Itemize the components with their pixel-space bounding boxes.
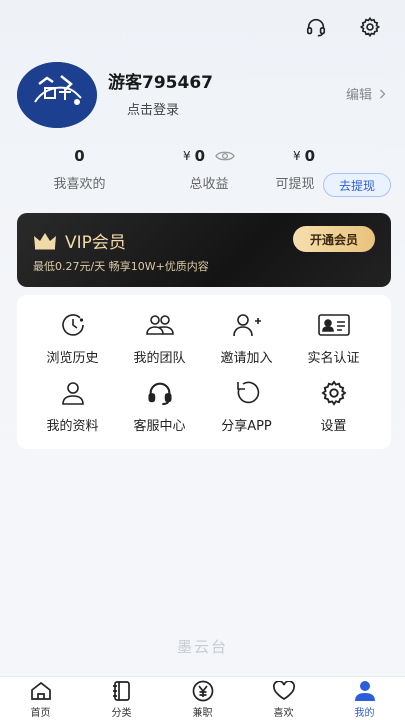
logo-mark	[17, 62, 97, 128]
top-bar	[303, 14, 383, 40]
avatar[interactable]	[17, 62, 97, 128]
menu-item-verification[interactable]: 实名认证	[291, 311, 376, 366]
gear-icon[interactable]	[357, 14, 383, 40]
username: 游客795467	[108, 73, 213, 93]
tab-home[interactable]: 首页	[0, 677, 81, 720]
home-icon	[30, 680, 52, 702]
menu-item-history[interactable]: 浏览历史	[30, 311, 115, 366]
edit-label: 编辑	[345, 88, 372, 103]
stat-favorites-label: 我喜欢的	[53, 177, 106, 192]
tab-parttime[interactable]: 兼职	[162, 677, 243, 720]
tab-label: 分类	[111, 708, 132, 719]
share-icon	[204, 379, 289, 407]
menu-grid: 浏览历史 我的团队 邀请加入 实名认证 我的资料 客服中心 分享APP 设置	[17, 295, 391, 449]
id-card-icon	[291, 311, 376, 339]
stat-withdrawable[interactable]: ¥ 0 可提现	[265, 145, 325, 192]
menu-item-team[interactable]: 我的团队	[117, 311, 202, 366]
clock-icon	[30, 311, 115, 339]
stats-row: 0 我喜欢的 ¥ 0 总收益 ¥ 0 可提现 去提现	[17, 145, 391, 197]
tab-mine[interactable]: 我的	[324, 677, 405, 720]
vip-subtitle: 最低0.27元/天 畅享10W+优质内容	[33, 260, 209, 273]
team-icon	[117, 311, 202, 339]
edit-link[interactable]: 编辑	[346, 84, 386, 103]
menu-item-label: 邀请加入	[220, 351, 273, 366]
profile-section: 游客795467 点击登录 编辑	[17, 62, 388, 132]
stat-withdrawable-value: 0	[304, 147, 316, 165]
stat-withdrawable-label: 可提现	[275, 177, 315, 192]
menu-item-settings[interactable]: 设置	[291, 379, 376, 434]
headset-icon[interactable]	[303, 14, 329, 40]
profile-icon	[354, 680, 375, 702]
open-vip-button[interactable]: 开通会员	[293, 226, 375, 252]
eye-icon[interactable]	[215, 149, 235, 163]
stat-favorites[interactable]: 0 我喜欢的	[47, 145, 112, 192]
watermark: 墨云台	[176, 638, 228, 656]
tab-label: 兼职	[192, 708, 213, 719]
menu-item-label: 分享APP	[221, 419, 272, 434]
stat-total-income-label: 总收益	[189, 177, 229, 192]
add-user-icon	[204, 311, 289, 339]
bottom-tab-bar: 首页 分类 兼职 喜欢 我的	[0, 676, 405, 720]
menu-item-label: 浏览历史	[46, 351, 99, 366]
login-link[interactable]: 点击登录	[127, 99, 179, 118]
menu-item-label: 实名认证	[307, 351, 360, 366]
menu-item-support[interactable]: 客服中心	[117, 379, 202, 434]
tab-label: 我的	[354, 708, 375, 719]
heart-icon	[272, 680, 296, 702]
category-icon	[112, 680, 132, 702]
stat-favorites-value: 0	[74, 147, 85, 165]
chevron-right-icon	[379, 88, 386, 99]
menu-item-share[interactable]: 分享APP	[204, 379, 289, 434]
gear-icon	[291, 379, 376, 407]
stat-total-income[interactable]: ¥ 0 总收益	[174, 145, 244, 192]
menu-item-label: 我的资料	[46, 419, 99, 434]
currency-symbol: ¥	[292, 149, 301, 163]
menu-item-invite[interactable]: 邀请加入	[204, 311, 289, 366]
tab-label: 喜欢	[273, 708, 294, 719]
yen-icon	[192, 680, 214, 702]
menu-item-profile[interactable]: 我的资料	[30, 379, 115, 434]
menu-item-label: 客服中心	[133, 419, 186, 434]
menu-item-label: 我的团队	[133, 351, 186, 366]
menu-item-label: 设置	[320, 419, 347, 434]
tab-favorites[interactable]: 喜欢	[243, 677, 324, 720]
withdraw-button[interactable]: 去提现	[323, 173, 391, 197]
headset-icon	[117, 379, 202, 407]
user-icon	[30, 379, 115, 407]
vip-banner[interactable]: VIP会员 最低0.27元/天 畅享10W+优质内容 开通会员	[17, 213, 391, 287]
vip-title: VIP会员	[65, 233, 126, 253]
tab-label: 首页	[30, 708, 51, 719]
crown-icon	[34, 232, 56, 249]
tab-category[interactable]: 分类	[81, 677, 162, 720]
currency-symbol: ¥	[182, 149, 191, 163]
stat-total-income-value: 0	[194, 147, 206, 165]
